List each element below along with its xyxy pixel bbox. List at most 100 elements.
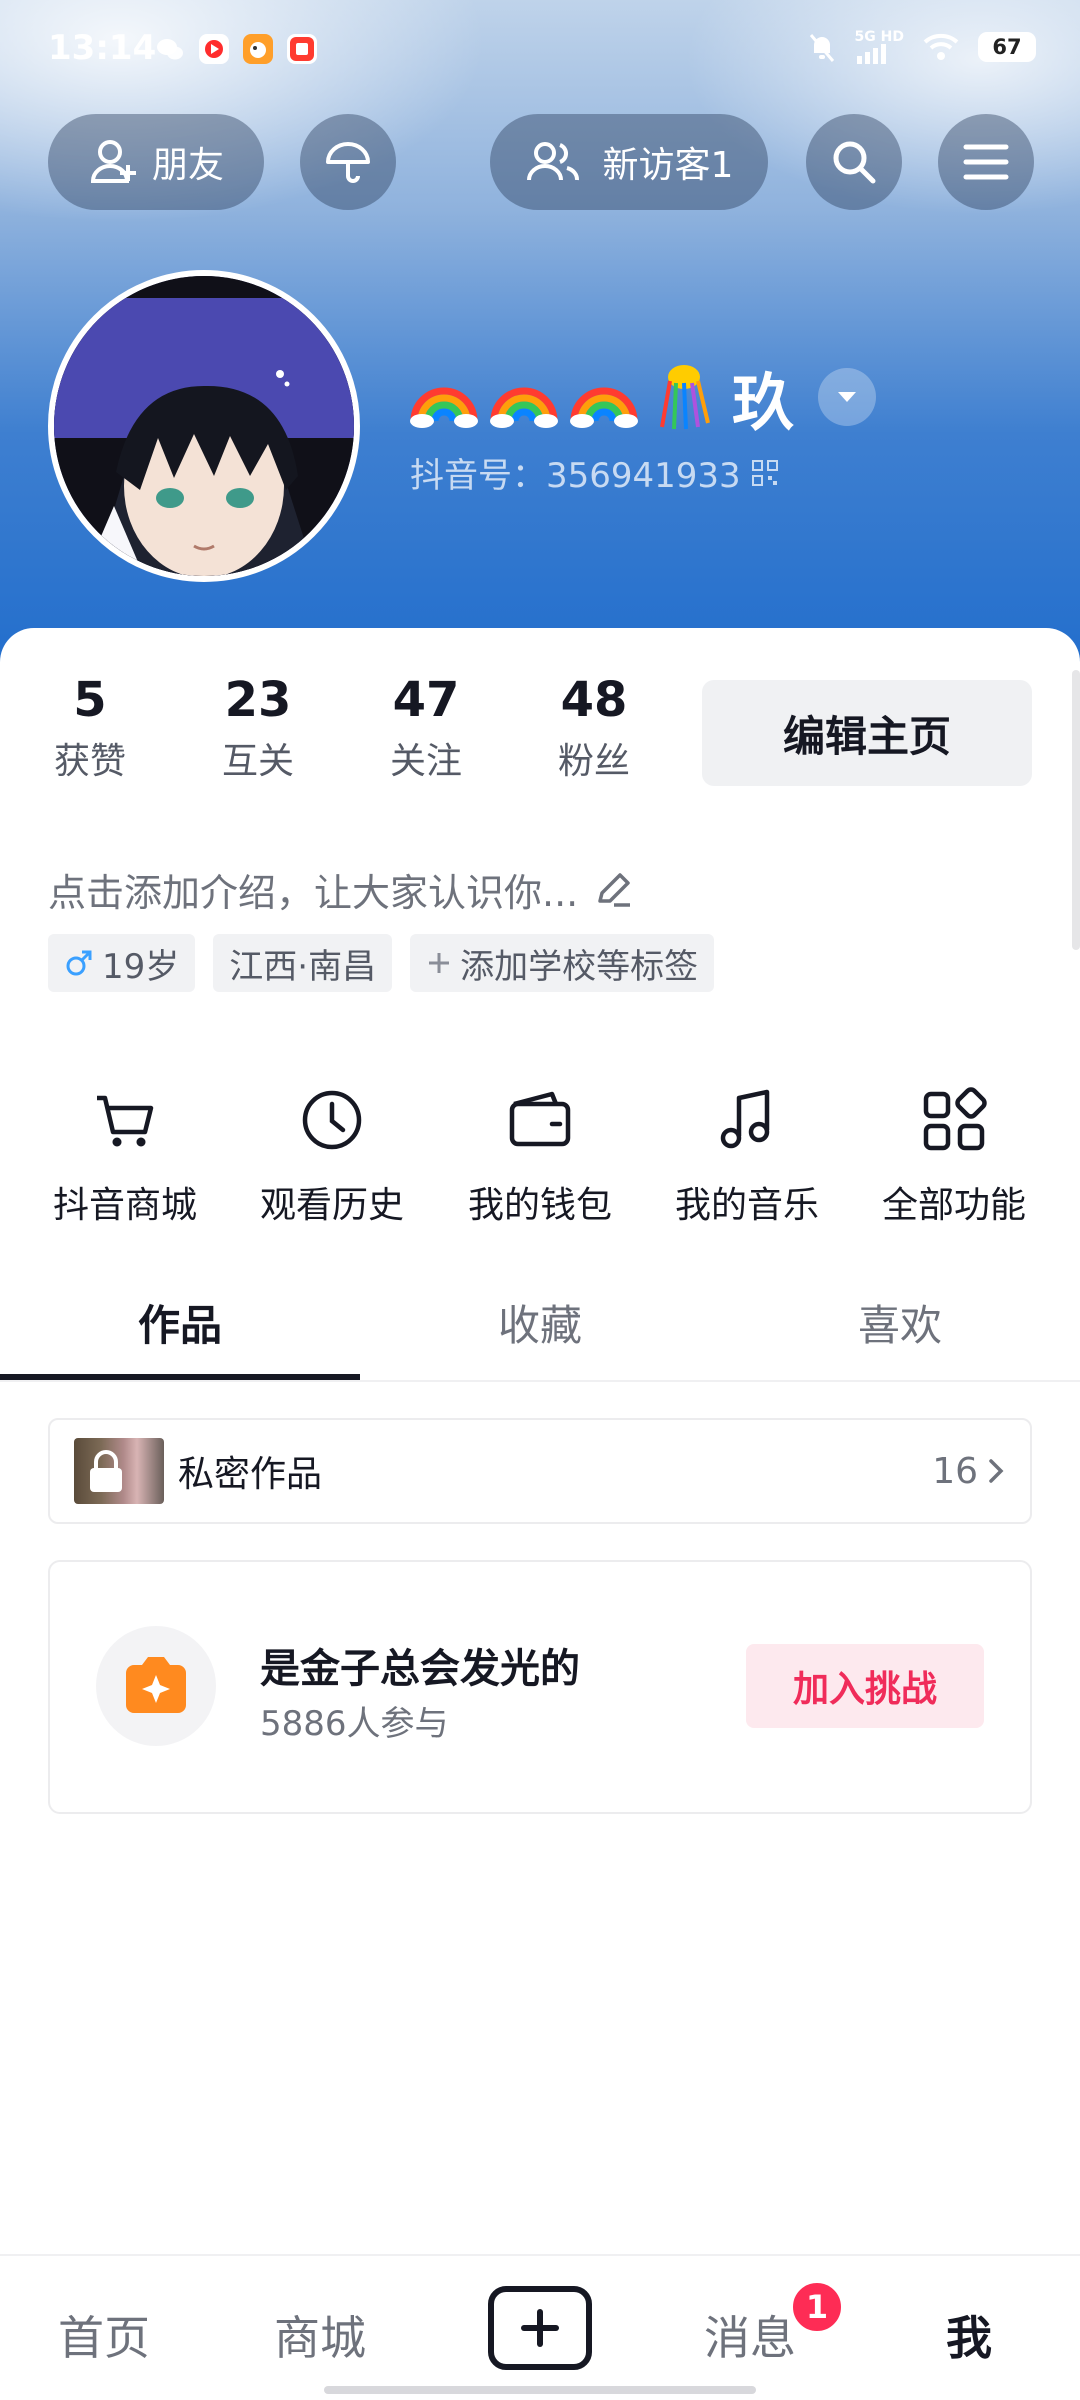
umbrella-button[interactable] — [300, 114, 396, 210]
shortcut-label: 我的音乐 — [674, 1185, 819, 1226]
challenge-icon — [96, 1626, 216, 1746]
profile-tags: 19岁 江西·南昌 添加学校等标签 — [48, 934, 715, 992]
douyin-id-text: 抖音号：356941933 — [410, 456, 741, 496]
new-visitors-label: 新访客1 — [602, 145, 734, 186]
qr-code-icon — [751, 459, 778, 486]
plus-icon — [521, 2309, 559, 2347]
nav-mall[interactable]: 商城 — [274, 2302, 366, 2368]
friends-button[interactable]: 朋友 — [48, 114, 264, 210]
private-works-label: 私密作品 — [178, 1454, 323, 1495]
scrollbar[interactable] — [1072, 670, 1080, 950]
grid-icon — [923, 1087, 987, 1151]
challenge-participants: 5886人参与 — [260, 1704, 449, 1744]
nickname-text: 玖 — [732, 366, 795, 439]
stat-value: 23 — [224, 672, 292, 728]
stat-label: 粉丝 — [557, 741, 630, 782]
stat-following[interactable]: 47 关注 — [366, 672, 486, 784]
signal-icon: 5G HD — [855, 30, 904, 64]
menu-button[interactable] — [938, 114, 1034, 210]
plus-icon — [429, 953, 450, 973]
create-post-button[interactable] — [488, 2286, 592, 2370]
music-icon — [720, 1089, 770, 1149]
add-school-tag-button[interactable]: 添加学校等标签 — [410, 934, 715, 992]
camera-sparkle-icon — [126, 1657, 186, 1713]
shortcut-label: 观看历史 — [259, 1185, 404, 1226]
friends-label: 朋友 — [151, 145, 224, 186]
stat-value: 47 — [392, 672, 460, 728]
private-works-entry[interactable]: 私密作品 16 — [48, 1418, 1032, 1524]
private-works-thumbnail — [74, 1438, 164, 1504]
hamburger-menu-icon — [963, 144, 1009, 180]
lock-icon — [90, 1450, 122, 1492]
nickname[interactable]: 玖 — [408, 352, 877, 442]
search-icon — [833, 141, 876, 184]
messages-badge: 1 — [790, 2280, 844, 2334]
visitors-icon — [526, 142, 579, 181]
male-gender-icon — [66, 950, 92, 976]
bottom-navigation: 首页 商城 消息 1 我 — [0, 2254, 1080, 2400]
age-text: 19岁 — [102, 946, 180, 987]
nav-home[interactable]: 首页 — [58, 2302, 150, 2368]
private-works-count: 16 — [932, 1450, 978, 1492]
add-friend-icon — [90, 140, 136, 183]
location-text: 江西·南昌 — [229, 946, 377, 987]
nav-me[interactable]: 我 — [946, 2302, 992, 2368]
cart-icon — [97, 1095, 154, 1147]
stat-mutual[interactable]: 23 互关 — [198, 672, 318, 784]
bio-placeholder[interactable]: 点击添加介绍，让大家认识你... — [48, 862, 634, 917]
status-system-icons: 5G HD 67 — [807, 30, 1036, 64]
caret-down-icon — [838, 392, 857, 402]
rainbow-emoji-icon — [410, 387, 478, 428]
rainbow-emoji-icon — [570, 387, 638, 428]
account-switch-button[interactable] — [818, 368, 877, 426]
anime-avatar-image — [54, 276, 354, 576]
stat-label: 互关 — [221, 741, 294, 782]
tab-likes[interactable]: 喜欢 — [720, 1292, 1080, 1353]
gender-age-tag[interactable]: 19岁 — [48, 934, 196, 992]
battery-indicator: 67 — [978, 32, 1036, 62]
shortcut-music[interactable]: 我的音乐 — [662, 1082, 832, 1228]
tab-divider — [0, 1380, 1080, 1382]
stat-followers[interactable]: 48 粉丝 — [534, 672, 654, 784]
nav-messages[interactable]: 消息 — [704, 2302, 796, 2368]
wifi-icon — [923, 33, 959, 60]
add-tag-text: 添加学校等标签 — [460, 946, 699, 987]
pencil-icon — [598, 872, 631, 907]
status-time: 13:14 — [48, 28, 157, 68]
shortcut-label: 我的钱包 — [467, 1185, 612, 1226]
shortcut-label: 抖音商城 — [52, 1185, 197, 1226]
join-challenge-button[interactable]: 加入挑战 — [746, 1644, 984, 1728]
home-indicator[interactable] — [324, 2386, 756, 2394]
game-app-icon — [243, 34, 273, 64]
chevron-right-icon — [989, 1459, 1004, 1483]
new-visitors-button[interactable]: 新访客1 — [490, 114, 768, 210]
stat-value: 5 — [73, 672, 107, 728]
clock-icon — [302, 1090, 362, 1150]
tab-works[interactable]: 作品 — [0, 1292, 360, 1353]
challenge-title: 是金子总会发光的 — [260, 1646, 580, 1692]
tab-favorites[interactable]: 收藏 — [360, 1292, 720, 1353]
status-bar: 13:14 5G HD 67 — [0, 0, 1080, 100]
location-tag[interactable]: 江西·南昌 — [213, 934, 393, 992]
douyin-id[interactable]: 抖音号：356941933 — [410, 448, 779, 497]
umbrella-icon — [326, 142, 370, 183]
shortcut-label: 全部功能 — [881, 1185, 1026, 1226]
avatar[interactable] — [48, 270, 360, 582]
shortcut-wallet[interactable]: 我的钱包 — [455, 1082, 625, 1228]
status-notification-icons — [155, 34, 317, 64]
shortcut-watch-history[interactable]: 观看历史 — [247, 1082, 417, 1228]
search-button[interactable] — [806, 114, 902, 210]
stat-value: 48 — [560, 672, 628, 728]
shortcut-all-features[interactable]: 全部功能 — [869, 1082, 1039, 1228]
shortcut-douyin-mall[interactable]: 抖音商城 — [40, 1082, 210, 1228]
video-app-icon — [199, 34, 229, 64]
wallet-icon — [509, 1091, 571, 1147]
stat-likes[interactable]: 5 获赞 — [30, 672, 150, 784]
challenge-card[interactable]: 是金子总会发光的 5886人参与 加入挑战 — [48, 1560, 1032, 1814]
stat-label: 获赞 — [53, 741, 126, 782]
bio-text: 点击添加介绍，让大家认识你... — [48, 871, 579, 915]
rainbow-emoji-icon — [490, 387, 558, 428]
edit-profile-button[interactable]: 编辑主页 — [702, 680, 1032, 786]
taobao-icon — [287, 34, 317, 64]
wechat-icon — [155, 34, 185, 64]
